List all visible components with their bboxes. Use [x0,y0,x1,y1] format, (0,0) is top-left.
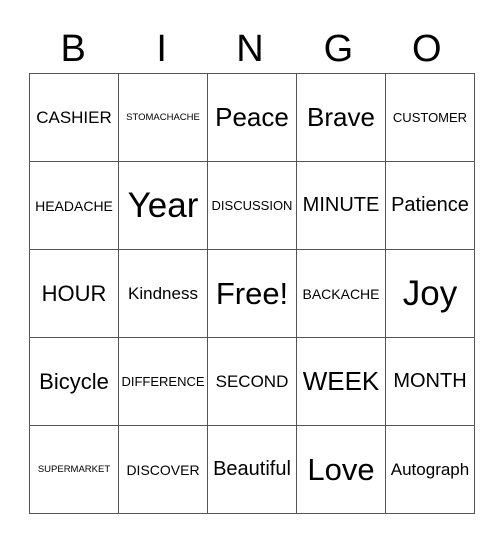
card-cell[interactable]: Joy [385,249,475,338]
card-cell[interactable]: Brave [296,73,386,162]
card-cell[interactable]: DIFFERENCE [118,337,208,426]
header-letter-g: G [323,28,354,70]
card-cell[interactable]: HOUR [29,249,119,338]
card-cell[interactable]: Year [118,161,208,250]
card-cell[interactable]: SUPERMARKET [29,425,119,514]
card-cell[interactable]: CUSTOMER [385,73,475,162]
card-row: SUPERMARKET DISCOVER Beautiful Love Auto… [29,425,475,514]
header-letter-n: N [236,28,264,70]
card-cell[interactable]: DISCOVER [118,425,208,514]
card-cell[interactable]: CASHIER [29,73,119,162]
card-cell[interactable]: SECOND [207,337,297,426]
bingo-header: B I N G O [29,26,471,72]
card-cell[interactable]: DISCUSSION [207,161,297,250]
card-cell[interactable]: Peace [207,73,297,162]
card-cell[interactable]: MINUTE [296,161,386,250]
card-cell[interactable]: Love [296,425,386,514]
card-cell[interactable]: STOMACHACHE [118,73,208,162]
card-cell[interactable]: WEEK [296,337,386,426]
header-letter-o: O [412,28,442,70]
card-cell[interactable]: MONTH [385,337,475,426]
header-letter-b: B [60,28,86,70]
card-cell[interactable]: BACKACHE [296,249,386,338]
card-cell[interactable]: Patience [385,161,475,250]
card-cell[interactable]: HEADACHE [29,161,119,250]
card-cell[interactable]: Kindness [118,249,208,338]
free-space-cell[interactable]: Free! [207,249,297,338]
card-cell[interactable]: Bicycle [29,337,119,426]
card-row: CASHIER STOMACHACHE Peace Brave CUSTOMER [29,73,475,162]
card-row: HOUR Kindness Free! BACKACHE Joy [29,249,475,338]
header-letter-i: I [156,28,167,70]
card-row: HEADACHE Year DISCUSSION MINUTE Patience [29,161,475,250]
card-cell[interactable]: Autograph [385,425,475,514]
card-cell[interactable]: Beautiful [207,425,297,514]
card-row: Bicycle DIFFERENCE SECOND WEEK MONTH [29,337,475,426]
bingo-card: CASHIER STOMACHACHE Peace Brave CUSTOMER… [29,73,475,514]
